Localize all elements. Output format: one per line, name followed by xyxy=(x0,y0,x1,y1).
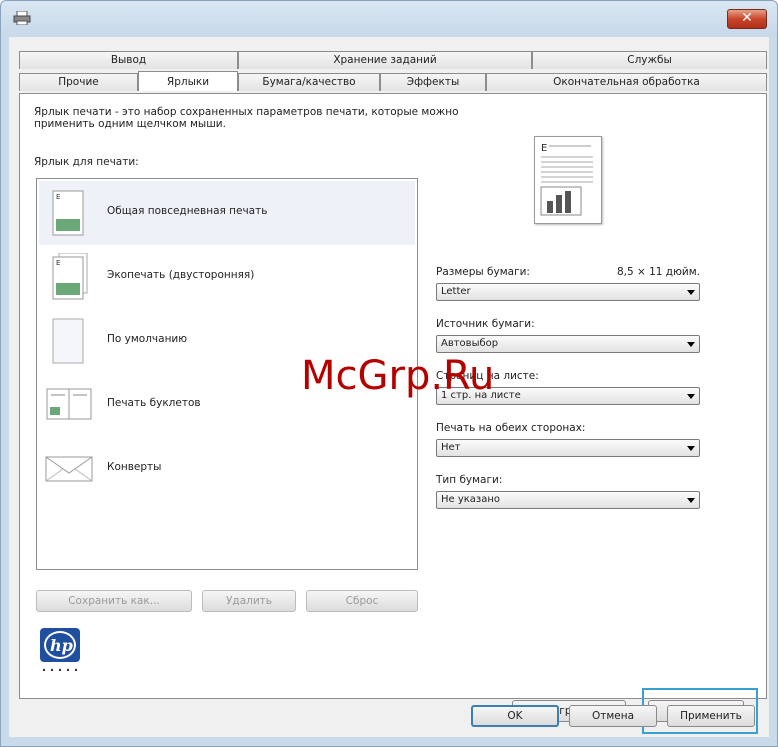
chevron-down-icon xyxy=(687,498,695,503)
shortcut-label: Экопечать (двусторонняя) xyxy=(107,269,255,281)
default-page-icon xyxy=(52,318,84,364)
tab-paper-quality[interactable]: Бумага/качество xyxy=(238,73,380,91)
svg-text:E: E xyxy=(56,193,60,201)
tab-effects[interactable]: Эффекты xyxy=(380,73,486,91)
shortcut-everyday[interactable]: E Общая повседневная печать xyxy=(39,181,415,245)
everyday-print-icon: E xyxy=(52,190,84,236)
paper-type-label: Тип бумаги: xyxy=(436,474,503,486)
reset-button[interactable]: Сброс xyxy=(306,590,418,612)
tab-services[interactable]: Службы xyxy=(532,51,767,69)
duplex-select[interactable]: Нет xyxy=(436,439,700,457)
paper-size-dimensions: 8,5 × 11 дюйм. xyxy=(616,266,700,278)
shortcut-eco[interactable]: E Экопечать (двусторонняя) xyxy=(39,245,415,309)
shortcut-envelopes[interactable]: Конверты xyxy=(39,437,415,501)
booklet-icon xyxy=(46,388,92,420)
shortcut-label: По умолчанию xyxy=(107,333,188,345)
svg-text:E: E xyxy=(541,143,547,154)
hp-logo: hp xyxy=(40,628,80,672)
apply-button[interactable]: Применить xyxy=(667,705,755,727)
svg-text:E: E xyxy=(56,259,60,267)
chevron-down-icon xyxy=(687,342,695,347)
hp-logo-text: hp xyxy=(50,636,73,655)
paper-type-select[interactable]: Не указано xyxy=(436,491,700,509)
paper-source-label: Источник бумаги: xyxy=(436,318,535,330)
page-preview: E xyxy=(534,136,602,224)
duplex-label: Печать на обеих сторонах: xyxy=(436,422,586,434)
paper-size-select[interactable]: Letter xyxy=(436,283,700,301)
tab-output[interactable]: Вывод xyxy=(19,51,238,69)
cancel-button[interactable]: Отмена xyxy=(569,705,657,727)
watermark: McGrp.Ru xyxy=(301,353,495,399)
title-bar: ✕ xyxy=(1,1,777,37)
printer-icon xyxy=(13,11,31,25)
chevron-down-icon xyxy=(687,290,695,295)
chevron-down-icon xyxy=(687,446,695,451)
tab-job-storage[interactable]: Хранение заданий xyxy=(238,51,532,69)
tabs-row-2: Прочие Ярлыки Бумага/качество Эффекты Ок… xyxy=(19,71,767,91)
paper-size-label: Размеры бумаги: 8,5 × 11 дюйм. xyxy=(436,266,700,278)
envelope-icon xyxy=(45,456,93,482)
tab-shortcuts[interactable]: Ярлыки xyxy=(138,71,238,91)
ok-button[interactable]: OK xyxy=(471,705,559,727)
delete-button[interactable]: Удалить xyxy=(202,590,296,612)
shortcut-label: Общая повседневная печать xyxy=(107,205,268,217)
shortcut-description: Ярлык печати - это набор сохраненных пар… xyxy=(34,106,459,130)
chevron-down-icon xyxy=(687,394,695,399)
shortcut-label: Печать буклетов xyxy=(107,397,201,409)
tab-other[interactable]: Прочие xyxy=(19,73,138,91)
shortcut-label: Конверты xyxy=(107,461,162,473)
save-as-button[interactable]: Сохранить как... xyxy=(36,590,192,612)
shortcut-list-label: Ярлык для печати: xyxy=(34,156,139,168)
tabs-row-1: Вывод Хранение заданий Службы xyxy=(19,51,767,69)
close-button[interactable]: ✕ xyxy=(727,9,767,29)
paper-source-select[interactable]: Автовыбор xyxy=(436,335,700,353)
eco-duplex-icon: E xyxy=(52,253,88,300)
printer-properties-window: ✕ Вывод Хранение заданий Службы Прочие Я… xyxy=(0,0,778,747)
tab-finishing[interactable]: Окончательная обработка xyxy=(486,73,767,91)
